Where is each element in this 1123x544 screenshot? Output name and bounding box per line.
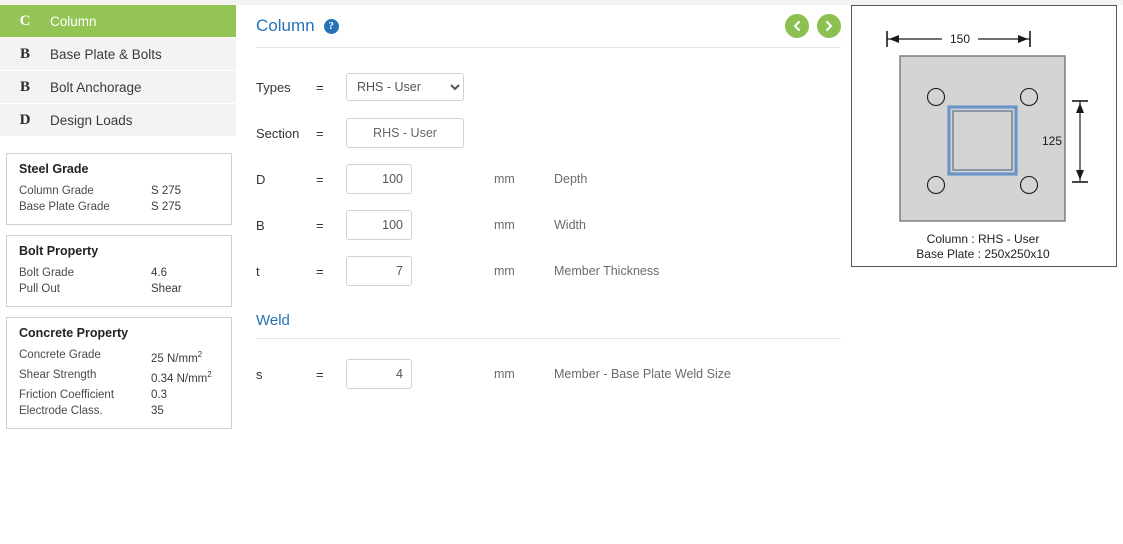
base-plate-drawing: 150 125 Column : RHS - User Base Plate :… xyxy=(886,30,1088,261)
sidebar-label-bolt-anchorage: Bolt Anchorage xyxy=(50,79,142,95)
bolt-hole xyxy=(926,87,946,107)
field-unit-thickness: mm xyxy=(494,264,515,278)
card-key: Concrete Grade xyxy=(19,349,101,361)
dimension-label-vertical: 125 xyxy=(1042,134,1062,148)
field-desc-thickness: Member Thickness xyxy=(554,264,660,278)
field-label-section: Section xyxy=(256,125,300,141)
card-value: 0.34 N/mm2 xyxy=(151,369,212,385)
card-title-bolt-property: Bolt Property xyxy=(19,244,99,258)
field-equals: = xyxy=(316,79,324,95)
field-equals: = xyxy=(316,171,324,187)
field-equals: = xyxy=(316,263,324,279)
card-row: Pull Out Shear xyxy=(19,281,219,297)
bolt-hole xyxy=(1019,175,1039,195)
sidebar-item-column[interactable]: C Column xyxy=(0,5,236,38)
field-label-types: Types xyxy=(256,79,291,95)
sidebar-label-base-plate-bolts: Base Plate & Bolts xyxy=(50,46,162,62)
card-key: Friction Coefficient xyxy=(19,388,115,401)
field-row-weld-size: s = mm Member - Base Plate Weld Size xyxy=(256,351,841,397)
field-unit-width: mm xyxy=(494,218,515,232)
card-key: Base Plate Grade xyxy=(19,201,110,213)
card-value: 4.6 xyxy=(151,267,167,279)
property-cards: Steel Grade Column Grade S 275 Base Plat… xyxy=(0,153,232,429)
bolt-hole xyxy=(926,175,946,195)
field-equals: = xyxy=(316,366,324,382)
sidebar-label-design-loads: Design Loads xyxy=(50,112,133,128)
card-concrete-property: Concrete Property Concrete Grade 25 N/mm… xyxy=(6,317,232,429)
bolt-hole xyxy=(1019,87,1039,107)
field-row-thickness: t = mm Member Thickness xyxy=(256,248,841,294)
sidebar-item-bolt-anchorage[interactable]: B Bolt Anchorage xyxy=(0,71,236,104)
field-label-width: B xyxy=(256,217,265,233)
field-equals: = xyxy=(316,125,324,141)
card-title-steel-grade: Steel Grade xyxy=(19,162,89,176)
card-row: Shear Strength 0.34 N/mm2 xyxy=(19,367,219,387)
card-row: Electrode Class. 35 xyxy=(19,403,219,419)
card-key: Column Grade xyxy=(19,185,94,197)
field-desc-width: Width xyxy=(554,218,586,232)
depth-input[interactable] xyxy=(346,164,412,194)
card-row: Bolt Grade 4.6 xyxy=(19,265,219,281)
sidebar-badge-bolt-anchorage: B xyxy=(19,78,30,95)
card-value: 35 xyxy=(151,404,164,417)
card-row: Friction Coefficient 0.3 xyxy=(19,387,219,403)
sidebar-label-column: Column xyxy=(50,13,97,29)
thickness-input[interactable] xyxy=(346,256,412,286)
card-key: Shear Strength xyxy=(19,368,97,381)
dimension-label-horizontal: 150 xyxy=(950,32,970,46)
field-unit-depth: mm xyxy=(494,172,515,186)
column-form: Types = RHS - User Section = RHS - User … xyxy=(256,48,841,397)
application-root: C Column B Base Plate & Bolts B Bolt Anc… xyxy=(0,0,1123,544)
types-select[interactable]: RHS - User xyxy=(346,73,464,101)
sidebar-item-base-plate-bolts[interactable]: B Base Plate & Bolts xyxy=(0,38,236,71)
card-key: Pull Out xyxy=(19,283,60,295)
sidebar: C Column B Base Plate & Bolts B Bolt Anc… xyxy=(0,5,236,439)
next-arrow-icon[interactable] xyxy=(817,14,841,38)
card-title-concrete-property: Concrete Property xyxy=(19,326,129,340)
header-nav-buttons xyxy=(785,14,841,38)
main-header: Column ? xyxy=(256,5,841,48)
section-heading-weld: Weld xyxy=(256,294,841,339)
field-label-thickness: t xyxy=(256,263,260,279)
sidebar-badge-base-plate-bolts: B xyxy=(19,45,30,62)
card-row: Concrete Grade 25 N/mm2 xyxy=(19,347,219,367)
field-label-weld-size: s xyxy=(256,366,263,382)
card-key: Electrode Class. xyxy=(19,404,103,417)
diagram-caption-base-plate: Base Plate : 250x250x10 xyxy=(916,247,1050,261)
field-desc-depth: Depth xyxy=(554,172,588,186)
sidebar-badge-column: C xyxy=(19,12,31,29)
card-value: 0.3 xyxy=(151,388,167,401)
field-unit-weld-size: mm xyxy=(494,367,515,381)
main-panel: Column ? Types = RHS - User Section = RH… xyxy=(256,5,841,397)
field-equals: = xyxy=(316,217,324,233)
column-inner-outline xyxy=(952,110,1013,171)
card-row: Column Grade S 275 xyxy=(19,183,219,199)
question-mark-icon[interactable]: ? xyxy=(323,18,339,34)
page-title: Column xyxy=(256,16,315,35)
field-row-depth: D = mm Depth xyxy=(256,156,841,202)
sidebar-badge-design-loads: D xyxy=(19,111,31,128)
card-value: S 275 xyxy=(151,185,182,197)
field-desc-weld-size: Member - Base Plate Weld Size xyxy=(554,367,731,381)
section-button[interactable]: RHS - User xyxy=(346,118,464,148)
width-input[interactable] xyxy=(346,210,412,240)
weld-size-input[interactable] xyxy=(346,359,412,389)
base-plate-diagram: 150 125 Column : RHS - User Base Plate :… xyxy=(851,5,1117,267)
card-value: S 275 xyxy=(151,201,182,213)
card-steel-grade: Steel Grade Column Grade S 275 Base Plat… xyxy=(6,153,232,225)
prev-arrow-icon[interactable] xyxy=(785,14,809,38)
field-label-depth: D xyxy=(256,171,266,187)
sidebar-nav: C Column B Base Plate & Bolts B Bolt Anc… xyxy=(0,5,236,137)
card-value: 25 N/mm2 xyxy=(151,350,203,365)
diagram-caption-column: Column : RHS - User xyxy=(927,232,1040,246)
card-bolt-property: Bolt Property Bolt Grade 4.6 Pull Out Sh… xyxy=(6,235,232,307)
field-row-section: Section = RHS - User xyxy=(256,110,841,156)
sidebar-item-design-loads[interactable]: D Design Loads xyxy=(0,104,236,137)
field-row-width: B = mm Width xyxy=(256,202,841,248)
field-row-types: Types = RHS - User xyxy=(256,64,841,110)
card-value: Shear xyxy=(151,283,182,295)
card-key: Bolt Grade xyxy=(19,267,74,279)
card-row: Base Plate Grade S 275 xyxy=(19,199,219,215)
